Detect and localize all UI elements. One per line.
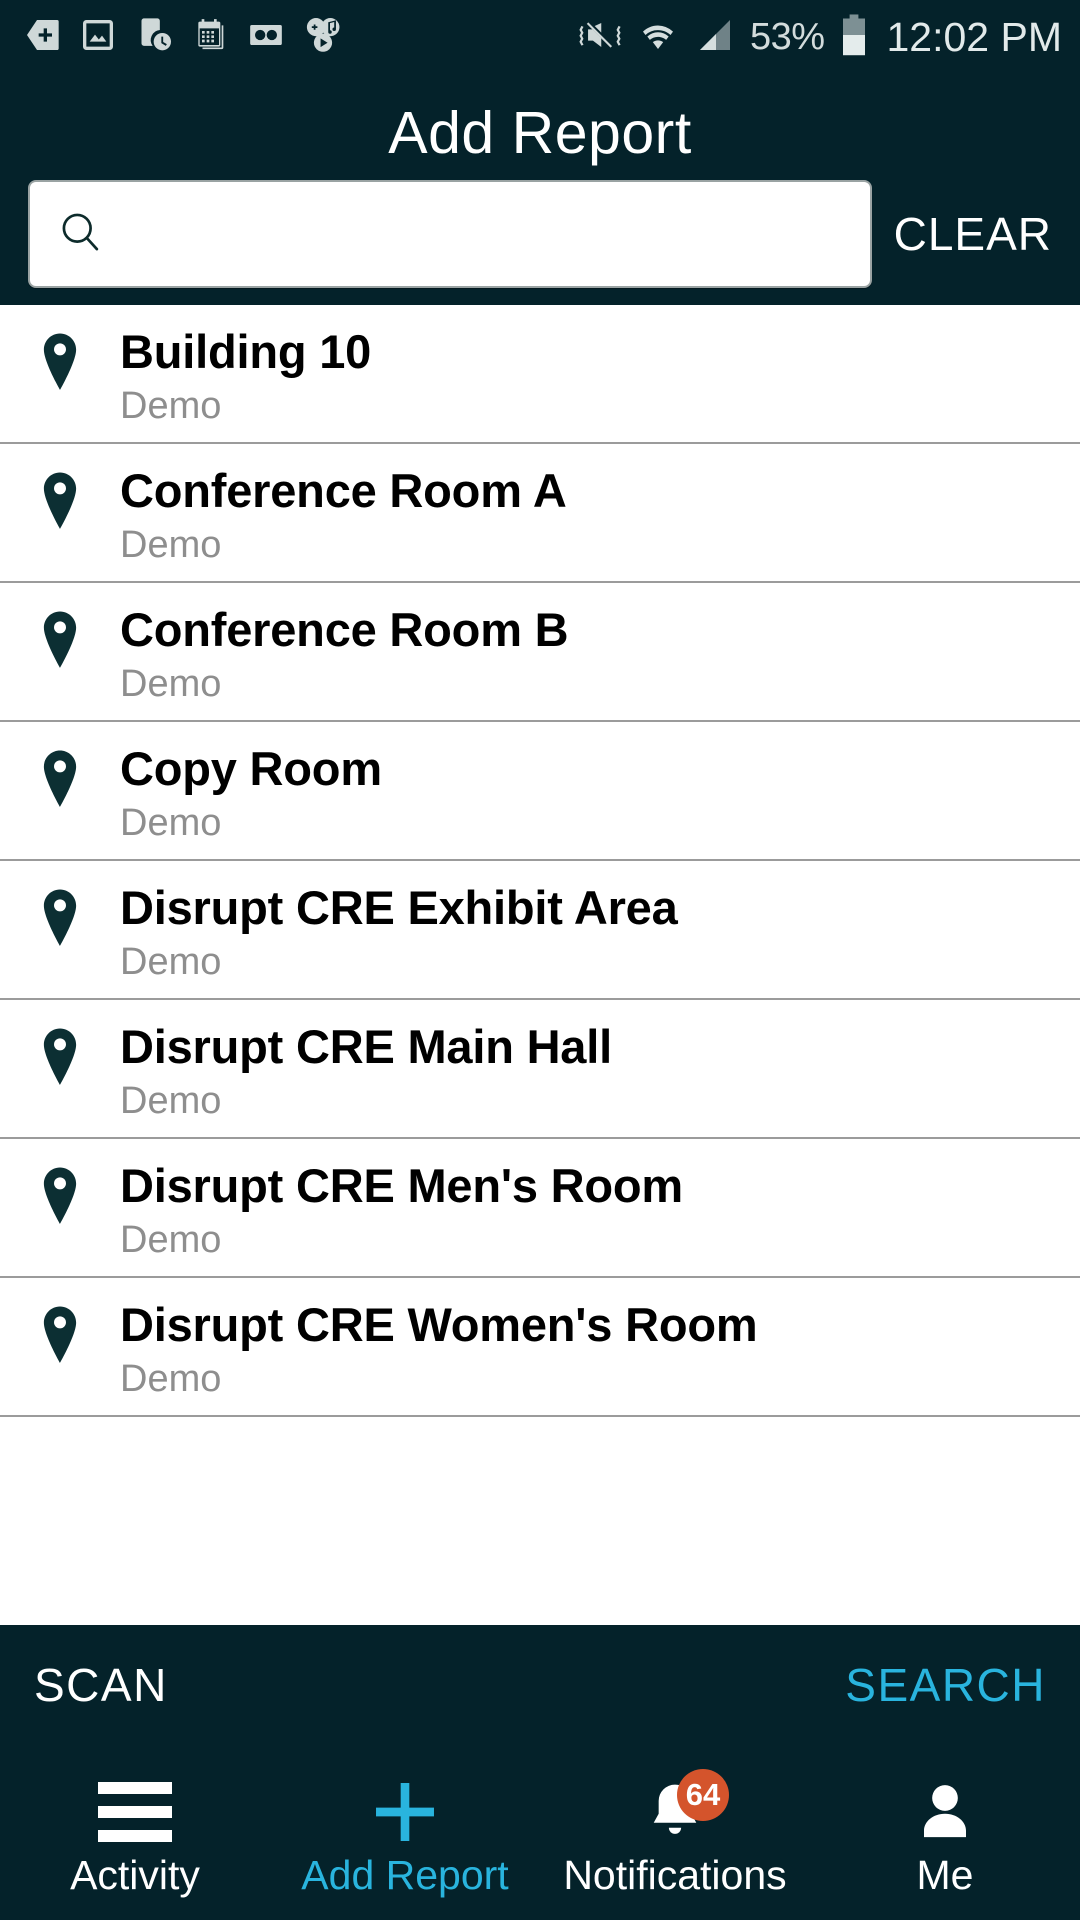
page-header: Add Report CLEAR: [0, 75, 1080, 305]
search-input[interactable]: [120, 211, 844, 257]
map-pin-icon: [0, 744, 120, 810]
list-item-title: Disrupt CRE Women's Room: [120, 1298, 758, 1351]
app-root: 53% 12:02 PM Add Report CLEAR Building 1…: [0, 0, 1080, 1920]
list-item-title: Building 10: [120, 325, 372, 378]
status-bar-system: 53% 12:02 PM: [578, 13, 1062, 62]
list-item-subtitle: Demo: [120, 801, 222, 844]
list-item[interactable]: Disrupt CRE Exhibit Area Demo: [0, 861, 1080, 1000]
status-bar-icons: [22, 14, 344, 61]
list-item-text: Disrupt CRE Men's Room Demo: [120, 1161, 1080, 1259]
map-pin-icon: [0, 327, 120, 393]
nav-label-add-report: Add Report: [301, 1852, 509, 1898]
map-pin-icon: [0, 1161, 120, 1227]
list-item-subtitle: Demo: [120, 1079, 222, 1122]
list-item[interactable]: Conference Room A Demo: [0, 444, 1080, 583]
nav-item-activity[interactable]: Activity: [0, 1745, 270, 1920]
list-item-subtitle: Demo: [120, 1357, 222, 1400]
list-item-text: Conference Room B Demo: [120, 605, 1080, 703]
nav-item-me[interactable]: Me: [810, 1745, 1080, 1920]
list-item-text: Disrupt CRE Women's Room Demo: [120, 1300, 1080, 1398]
status-bar: 53% 12:02 PM: [0, 0, 1080, 75]
photo-icon: [78, 15, 118, 60]
plus-icon: [368, 1775, 442, 1849]
voicemail-icon: [246, 15, 286, 60]
map-pin-icon: [0, 605, 120, 671]
person-icon: [910, 1775, 980, 1849]
phone-clock-icon: [134, 15, 174, 60]
list-item-subtitle: Demo: [120, 384, 222, 427]
list-item-title: Conference Room A: [120, 464, 567, 517]
notifications-badge: 64: [677, 1769, 729, 1821]
scan-button[interactable]: SCAN: [34, 1658, 168, 1712]
list-item-subtitle: Demo: [120, 662, 222, 705]
search-button[interactable]: SEARCH: [845, 1658, 1046, 1712]
tag-plus-icon: [22, 15, 62, 60]
bottom-navigation: Activity Add Report 64 Notifications Me: [0, 1745, 1080, 1920]
list-item-title: Conference Room B: [120, 603, 569, 656]
list-item[interactable]: Disrupt CRE Men's Room Demo: [0, 1139, 1080, 1278]
list-item-subtitle: Demo: [120, 1218, 222, 1261]
cellular-signal-icon: [694, 15, 736, 60]
list-item-text: Conference Room A Demo: [120, 466, 1080, 564]
nav-label-me: Me: [916, 1852, 974, 1898]
list-item-text: Copy Room Demo: [120, 744, 1080, 842]
nav-label-activity: Activity: [70, 1852, 200, 1898]
list-item-subtitle: Demo: [120, 523, 222, 566]
list-item-text: Disrupt CRE Main Hall Demo: [120, 1022, 1080, 1120]
list-item[interactable]: Disrupt CRE Women's Room Demo: [0, 1278, 1080, 1417]
list-item[interactable]: Conference Room B Demo: [0, 583, 1080, 722]
map-pin-icon: [0, 466, 120, 532]
clear-button[interactable]: CLEAR: [872, 207, 1058, 261]
page-title: Add Report: [388, 100, 692, 166]
list-item[interactable]: Copy Room Demo: [0, 722, 1080, 861]
list-item-title: Disrupt CRE Main Hall: [120, 1020, 612, 1073]
nav-label-notifications: Notifications: [563, 1852, 787, 1898]
list-item-text: Disrupt CRE Exhibit Area Demo: [120, 883, 1080, 981]
nav-item-notifications[interactable]: 64 Notifications: [540, 1745, 810, 1920]
action-bar: SCAN SEARCH: [0, 1625, 1080, 1745]
map-pin-icon: [0, 1022, 120, 1088]
battery-icon: [839, 13, 869, 62]
list-item-title: Disrupt CRE Men's Room: [120, 1159, 683, 1212]
map-pin-icon: [0, 883, 120, 949]
bell-icon: 64: [640, 1769, 729, 1849]
clock-label: 12:02 PM: [886, 14, 1063, 60]
list-item[interactable]: Building 10 Demo: [0, 305, 1080, 444]
search-box[interactable]: [28, 180, 872, 288]
list-item-title: Copy Room: [120, 742, 382, 795]
mute-vibrate-icon: [578, 15, 622, 60]
location-list[interactable]: Building 10 Demo Conference Room A Demo Conf…: [0, 305, 1080, 1625]
battery-percent-label: 53%: [749, 16, 825, 58]
search-row: CLEAR: [0, 180, 1080, 288]
list-item-title: Disrupt CRE Exhibit Area: [120, 881, 678, 934]
nav-item-add-report[interactable]: Add Report: [270, 1745, 540, 1920]
map-pin-icon: [0, 1300, 120, 1366]
search-icon: [56, 207, 106, 262]
hamburger-menu-icon: [98, 1775, 172, 1849]
game-music-play-icon: [302, 14, 344, 61]
calendar-icon: [190, 15, 230, 60]
list-item-subtitle: Demo: [120, 940, 222, 983]
list-item-text: Building 10 Demo: [120, 327, 1080, 425]
wifi-icon: [636, 15, 680, 60]
list-item[interactable]: Disrupt CRE Main Hall Demo: [0, 1000, 1080, 1139]
